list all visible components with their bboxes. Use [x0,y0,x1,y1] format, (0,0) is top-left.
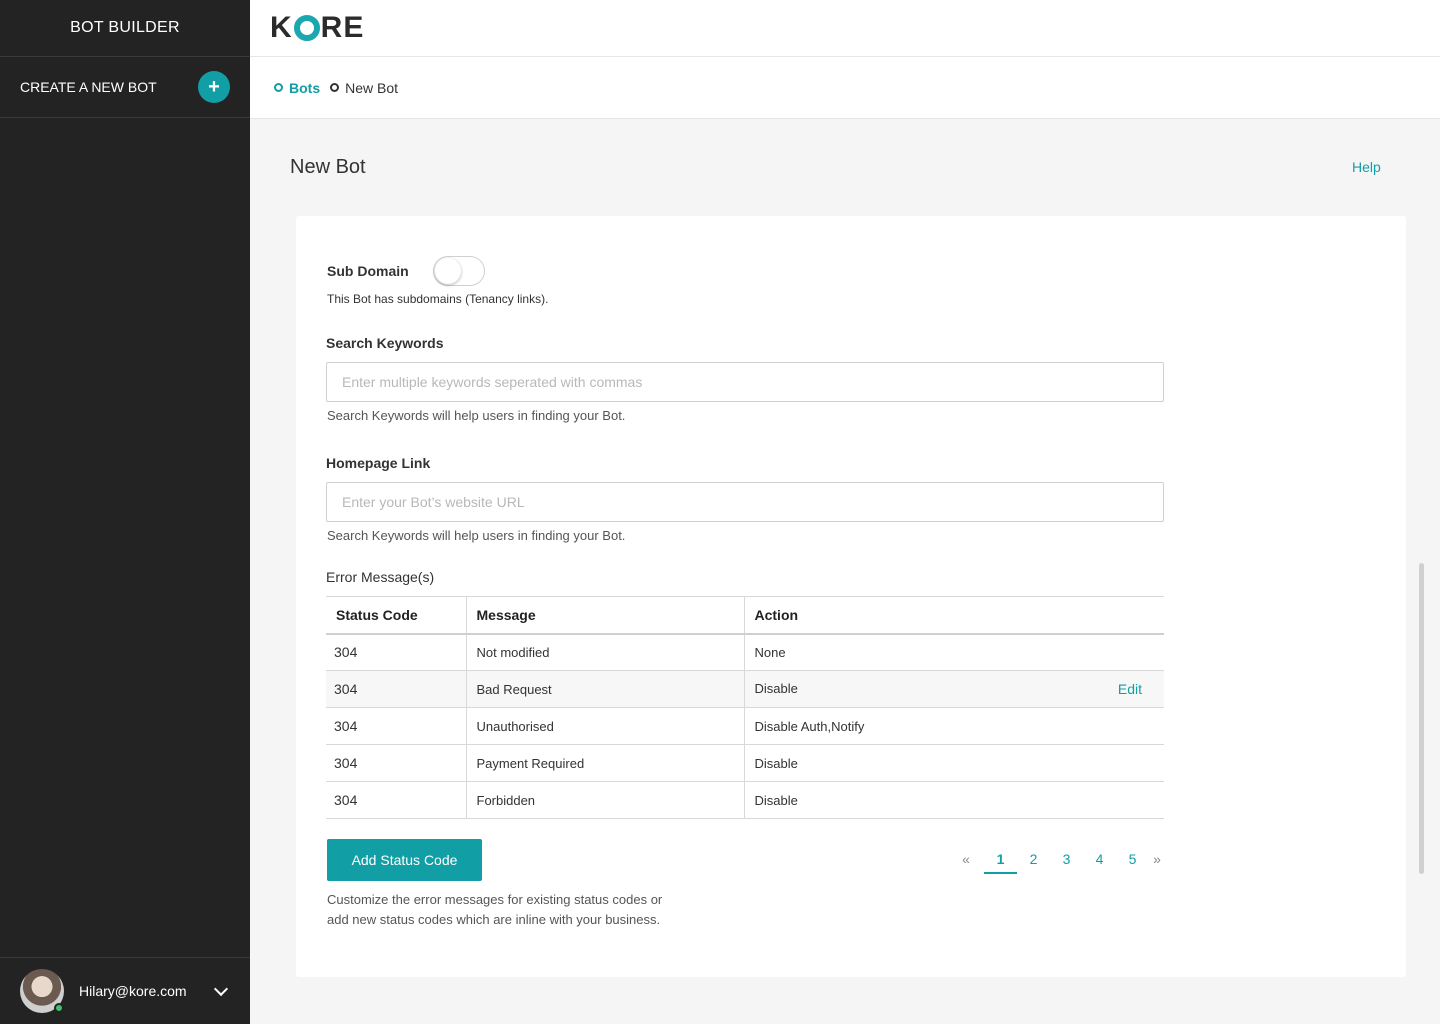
table-row: 304 Not modified None [326,633,1164,671]
pagination-prev-icon[interactable]: « [958,846,974,874]
chevron-down-icon[interactable] [213,981,229,997]
logo-letter-k: K [270,11,293,44]
pagination-page-2[interactable]: 2 [1017,846,1050,874]
breadcrumb: Bots New Bot [250,57,1440,119]
status-code-cell: 304 [326,670,466,708]
scrollbar[interactable] [1419,563,1424,874]
column-header-action: Action [743,596,1164,635]
search-keywords-label: Search Keywords [326,335,444,351]
homepage-link-label: Homepage Link [326,455,431,471]
breadcrumb-new-bot: New Bot [330,80,398,96]
kore-logo[interactable]: K RE [270,11,364,45]
add-status-code-button[interactable]: Add Status Code [327,839,482,881]
message-cell: Payment Required [465,744,744,782]
sub-domain-toggle[interactable] [432,256,485,286]
status-code-cell: 304 [326,781,466,819]
sub-domain-hint: This Bot has subdomains (Tenancy links). [327,292,549,306]
table-row: 304 Payment Required Disable [326,744,1164,782]
pagination-page-4[interactable]: 4 [1083,846,1116,874]
create-new-bot-label: CREATE A NEW BOT [20,79,157,95]
sub-domain-label: Sub Domain [327,263,409,279]
message-cell: Unauthorised [465,707,744,745]
homepage-link-input[interactable] [326,482,1164,522]
help-link[interactable]: Help [1352,159,1381,175]
homepage-link-hint: Search Keywords will help users in findi… [327,528,626,543]
pagination-spacer [974,846,984,874]
action-cell: Disable Edit [743,670,1164,708]
action-cell: Disable Auth,Notify [743,707,1164,745]
sub-domain-row: Sub Domain [327,256,485,286]
pagination-page-1[interactable]: 1 [984,846,1017,874]
avatar [20,969,64,1013]
search-keywords-hint: Search Keywords will help users in findi… [327,408,626,423]
breadcrumb-dot-icon [330,83,340,92]
message-cell: Bad Request [465,670,744,708]
sidebar: BOT BUILDER CREATE A NEW BOT + Hilary@ko… [0,0,250,1024]
table-row: 304 Unauthorised Disable Auth,Notify [326,707,1164,745]
new-bot-form-card: Sub Domain This Bot has subdomains (Tena… [296,216,1406,977]
error-messages-table: Status Code Message Action 304 Not modif… [326,596,1164,819]
user-email: Hilary@kore.com [79,983,187,999]
table-header-row: Status Code Message Action [326,596,1164,635]
search-keywords-input[interactable] [326,362,1164,402]
table-row: 304 Forbidden Disable [326,781,1164,819]
column-header-status-code: Status Code [326,596,466,635]
column-header-message: Message [465,596,744,635]
add-status-code-hint: Customize the error messages for existin… [327,892,663,927]
create-new-bot-button[interactable]: CREATE A NEW BOT + [0,57,250,118]
top-bar: K RE [250,0,1440,57]
error-messages-label: Error Message(s) [326,569,435,585]
action-value: Disable [754,681,798,696]
toggle-knob [434,258,461,284]
breadcrumb-bots[interactable]: Bots [274,80,320,96]
action-cell: Disable [743,744,1164,782]
user-menu[interactable]: Hilary@kore.com [0,957,250,1024]
logo-letters-re: RE [320,11,365,44]
edit-link[interactable]: Edit [1118,681,1142,697]
logo-ring-icon [293,15,320,41]
pagination-page-3[interactable]: 3 [1050,846,1083,874]
breadcrumb-label: Bots [289,79,321,96]
pagination-page-5[interactable]: 5 [1116,846,1149,874]
online-status-icon [54,1003,64,1013]
status-code-cell: 304 [326,744,466,782]
action-cell: None [743,633,1164,671]
pagination-next-icon[interactable]: » [1149,846,1165,874]
plus-icon[interactable]: + [198,71,230,103]
status-code-cell: 304 [326,707,466,745]
status-code-cell: 304 [326,633,466,671]
breadcrumb-dot-icon [274,83,283,92]
action-cell: Disable [743,781,1164,819]
message-cell: Forbidden [465,781,744,819]
page-title: New Bot [290,156,366,178]
message-cell: Not modified [465,633,744,671]
app-title: BOT BUILDER [0,0,250,57]
pagination: « 1 2 3 4 5 » [958,846,1165,874]
breadcrumb-label: New Bot [345,79,399,96]
table-row[interactable]: 304 Bad Request Disable Edit [326,670,1164,708]
